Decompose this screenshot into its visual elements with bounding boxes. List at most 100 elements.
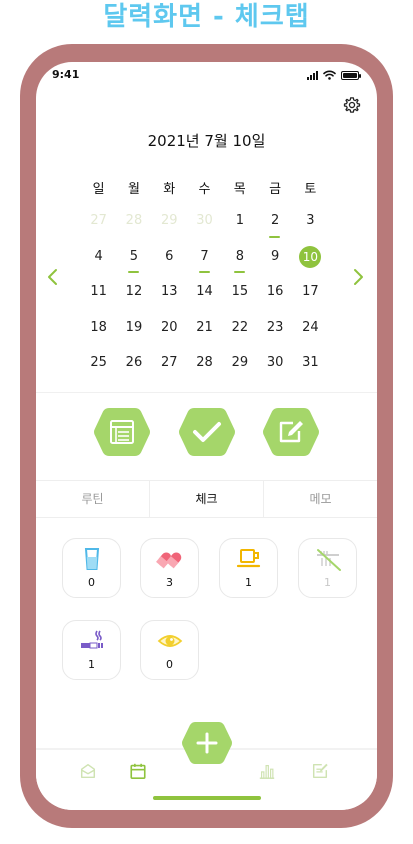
routine-button[interactable] bbox=[93, 406, 151, 458]
pill-icon bbox=[155, 552, 181, 569]
battery-icon bbox=[341, 71, 361, 80]
eye-icon bbox=[157, 635, 182, 647]
calendar-day[interactable]: 30 bbox=[257, 352, 292, 388]
calendar-day[interactable]: 24 bbox=[293, 317, 328, 353]
calendar-day[interactable]: 20 bbox=[152, 317, 187, 353]
calendar-day[interactable]: 16 bbox=[257, 281, 292, 317]
calendar-day-number: 12 bbox=[125, 284, 143, 299]
calendar-day[interactable]: 7 bbox=[187, 246, 222, 282]
calendar-day[interactable]: 1 bbox=[222, 210, 257, 246]
calendar-day-number: 28 bbox=[125, 213, 143, 228]
weekday-label: 일 bbox=[92, 182, 105, 197]
check-item-count: 1 bbox=[324, 576, 331, 589]
check-item-pill[interactable]: 3 bbox=[140, 538, 199, 598]
calendar-day[interactable]: 13 bbox=[152, 281, 187, 317]
calendar-day-number: 20 bbox=[160, 319, 178, 335]
wifi-icon bbox=[323, 70, 336, 80]
calendar-day[interactable]: 5 bbox=[116, 246, 151, 282]
calendar-day[interactable]: 28 bbox=[116, 210, 151, 246]
calendar-day-number: 9 bbox=[270, 248, 280, 264]
check-item-eye[interactable]: 0 bbox=[140, 620, 199, 680]
calendar-day[interactable]: 14 bbox=[187, 281, 222, 317]
calendar-day[interactable]: 31 bbox=[293, 352, 328, 388]
notes-icon[interactable] bbox=[311, 762, 329, 780]
weekday-label: 금 bbox=[269, 182, 282, 197]
calendar-day-number: 7 bbox=[200, 248, 209, 264]
list-icon bbox=[94, 408, 150, 456]
calendar-day[interactable]: 29 bbox=[222, 352, 257, 388]
calendar-day-number: 25 bbox=[90, 355, 107, 370]
memo-button[interactable] bbox=[262, 406, 320, 458]
toothbrush-icon bbox=[316, 549, 341, 571]
calendar-day[interactable]: 29 bbox=[152, 210, 187, 246]
calendar-day-number: 1 bbox=[235, 213, 244, 228]
tab-routine[interactable]: 루틴 bbox=[36, 481, 149, 517]
calendar-day[interactable]: 18 bbox=[81, 317, 116, 353]
water-cup-icon bbox=[84, 548, 99, 570]
calendar-day[interactable]: 8 bbox=[222, 246, 257, 282]
calendar-day-number: 2 bbox=[270, 213, 280, 228]
calendar-day-number: 15 bbox=[231, 284, 249, 299]
calendar-day-number: 11 bbox=[90, 284, 107, 299]
check-item-coffee[interactable]: 1 bbox=[219, 538, 278, 598]
coffee-cup-icon bbox=[236, 549, 260, 568]
calendar-day[interactable]: 25 bbox=[81, 352, 116, 388]
calendar-day[interactable]: 27 bbox=[81, 210, 116, 246]
check-item-count: 0 bbox=[166, 658, 173, 671]
calendar-day[interactable]: 30 bbox=[187, 210, 222, 246]
calendar-day[interactable]: 23 bbox=[257, 317, 292, 353]
weekday-label: 수 bbox=[198, 182, 211, 197]
status-icons bbox=[307, 68, 361, 80]
weekday-label: 화 bbox=[163, 182, 176, 197]
tab-check[interactable]: 체크 bbox=[149, 481, 264, 517]
add-entry-button[interactable] bbox=[181, 720, 233, 766]
cigarette-icon bbox=[80, 630, 103, 649]
calendar-day-number: 3 bbox=[306, 213, 315, 228]
calendar-icon[interactable] bbox=[129, 762, 147, 780]
next-month-chevron-icon[interactable] bbox=[351, 268, 365, 286]
calendar-day-number: 16 bbox=[266, 284, 284, 299]
calendar-day[interactable]: 11 bbox=[81, 281, 116, 317]
calendar-day-number: 22 bbox=[231, 319, 249, 335]
calendar-day-number: 30 bbox=[196, 213, 213, 228]
page-heading: 달력화면 - 체크탭 bbox=[103, 2, 310, 32]
calendar-day[interactable]: 17 bbox=[293, 281, 328, 317]
calendar-day-number: 29 bbox=[231, 355, 249, 370]
settings-gear-icon[interactable] bbox=[343, 96, 361, 114]
weekday-label: 목 bbox=[233, 182, 246, 197]
calendar-day[interactable]: 4 bbox=[81, 246, 116, 282]
inbox-icon[interactable] bbox=[79, 762, 97, 780]
calendar-day[interactable]: 21 bbox=[187, 317, 222, 353]
phone-screen: 9:41 2021년 7월 10일 일 월 화 수 목 금 토 27 28 29… bbox=[36, 62, 377, 810]
calendar-day-number: 23 bbox=[266, 319, 284, 335]
calendar-day-number: 26 bbox=[125, 355, 143, 370]
calendar-day[interactable]: 28 bbox=[187, 352, 222, 388]
calendar-day-number: 19 bbox=[125, 319, 143, 335]
calendar-day[interactable]: 27 bbox=[152, 352, 187, 388]
check-item-cigarette[interactable]: 1 bbox=[62, 620, 121, 680]
calendar-day-number: 14 bbox=[196, 284, 213, 299]
calendar-day[interactable]: 26 bbox=[116, 352, 151, 388]
calendar-day[interactable]: 9 bbox=[257, 246, 292, 282]
calendar-day[interactable]: 3 bbox=[293, 210, 328, 246]
bar-chart-icon[interactable] bbox=[258, 762, 276, 780]
calendar-day[interactable]: 6 bbox=[152, 246, 187, 282]
calendar-day-number: 27 bbox=[90, 213, 107, 228]
check-button[interactable] bbox=[178, 406, 236, 458]
previous-month-chevron-icon[interactable] bbox=[46, 268, 60, 286]
calendar-day[interactable]: 22 bbox=[222, 317, 257, 353]
tab-memo[interactable]: 메모 bbox=[264, 481, 377, 517]
check-item-toothbrush[interactable]: 1 bbox=[298, 538, 357, 598]
check-item-water[interactable]: 0 bbox=[62, 538, 121, 598]
check-item-count: 1 bbox=[88, 658, 95, 671]
calendar-day[interactable]: 15 bbox=[222, 281, 257, 317]
calendar-day-number: 17 bbox=[302, 284, 319, 299]
calendar-day[interactable]: 12 bbox=[116, 281, 151, 317]
calendar-day-number: 13 bbox=[160, 284, 178, 299]
weekday-label: 토 bbox=[304, 182, 317, 197]
calendar-day[interactable]: 19 bbox=[116, 317, 151, 353]
calendar-date-title: 2021년 7월 10일 bbox=[147, 132, 266, 150]
calendar-day-grid: 27 28 29 30 1 2 3 4 5 6 7 8 9 10 11 12 13 14 15 16 17 18 19 20 2… bbox=[81, 210, 328, 388]
calendar-day-selected[interactable]: 10 bbox=[293, 245, 328, 282]
calendar-day[interactable]: 2 bbox=[257, 210, 292, 246]
